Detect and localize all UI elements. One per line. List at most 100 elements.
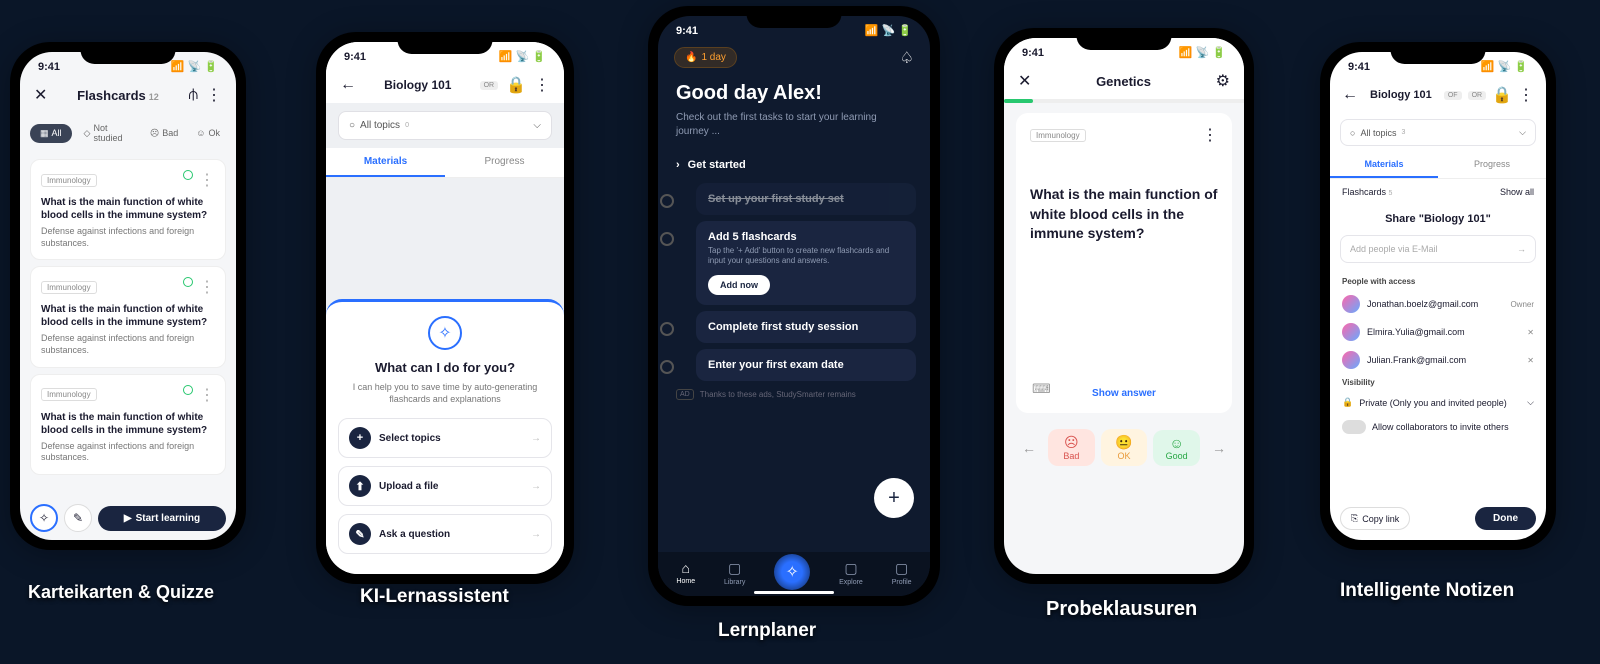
- settings-icon[interactable]: ⚙: [1216, 71, 1230, 91]
- flashcard[interactable]: Immunology⋮ What is the main function of…: [30, 266, 226, 367]
- sparkle-icon: ✧: [786, 562, 799, 582]
- filter-ok[interactable]: ☺ Ok: [190, 124, 226, 142]
- nav-home[interactable]: ⌂Home: [676, 560, 695, 590]
- rate-good-button[interactable]: ☺Good: [1153, 430, 1200, 466]
- sparkle-icon: ✧: [428, 316, 462, 350]
- streak-badge[interactable]: 🔥 1 day: [674, 47, 737, 68]
- section-get-started[interactable]: ›Get started: [658, 153, 930, 177]
- task-study-session[interactable]: Complete first study session: [696, 311, 916, 343]
- option-upload-file[interactable]: ⬆Upload a file→: [338, 466, 552, 506]
- card-tag: Immunology: [1030, 129, 1086, 142]
- home-icon: ⌂: [676, 560, 695, 576]
- tab-progress[interactable]: Progress: [445, 148, 564, 177]
- pencil-icon: ✎: [349, 523, 371, 545]
- visibility-label: Visibility: [1330, 374, 1546, 391]
- person-row: Julian.Frank@gmail.com✕: [1330, 346, 1546, 374]
- card-question: What is the main function of white blood…: [41, 196, 215, 222]
- access-label: People with access: [1330, 273, 1546, 290]
- flashcard[interactable]: Immunology⋮ What is the main function of…: [30, 374, 226, 475]
- remove-icon[interactable]: ✕: [1527, 328, 1534, 337]
- task-setup[interactable]: Set up your first study set: [696, 183, 916, 215]
- lock-icon[interactable]: 🔒: [506, 75, 526, 95]
- plus-icon: +: [349, 427, 371, 449]
- more-icon[interactable]: ⋮: [534, 75, 550, 95]
- card-answer: Defense against infections and foreign s…: [41, 226, 215, 249]
- caption-notes: Intelligente Notizen: [1340, 580, 1514, 602]
- nav-explore[interactable]: ▢Explore: [839, 560, 863, 590]
- back-icon[interactable]: ←: [340, 76, 356, 94]
- fab-add[interactable]: +: [874, 478, 914, 518]
- flashcards-label: Flashcards 5: [1342, 187, 1392, 197]
- link-icon: ⎘: [1351, 513, 1358, 524]
- copy-link-button[interactable]: ⎘Copy link: [1340, 507, 1410, 530]
- allow-collab-toggle[interactable]: Allow collaborators to invite others: [1330, 414, 1546, 440]
- toggle-icon[interactable]: [1342, 420, 1366, 434]
- task-add-flashcards[interactable]: Add 5 flashcards Tap the '+ Add' button …: [696, 221, 916, 305]
- upload-icon: ⬆: [349, 475, 371, 497]
- tab-materials[interactable]: Materials: [326, 148, 445, 177]
- phone-notes: 9:41📶 📡 🔋 ← Biology 101 OF OR 🔒 ⋮ ○ All …: [1320, 42, 1556, 550]
- nav-profile[interactable]: ▢Profile: [892, 560, 912, 590]
- add-now-button[interactable]: Add now: [708, 275, 770, 295]
- arrow-right-icon: →: [1517, 244, 1526, 254]
- rate-ok-button[interactable]: 😐OK: [1101, 429, 1148, 466]
- or-badge: OR: [1468, 91, 1487, 100]
- tab-materials[interactable]: Materials: [1330, 152, 1438, 178]
- chevron-right-icon: ›: [676, 159, 680, 171]
- quiz-card: Immunology⋮ What is the main function of…: [1016, 113, 1232, 413]
- more-icon[interactable]: ⋮: [1202, 125, 1218, 145]
- more-icon[interactable]: ⋮: [1518, 85, 1534, 105]
- show-answer-button[interactable]: Show answer: [1016, 388, 1232, 399]
- rate-bad-button[interactable]: ☹Bad: [1048, 429, 1095, 466]
- start-learning-button[interactable]: ▶ Start learning: [98, 506, 226, 531]
- show-all-link[interactable]: Show all: [1500, 187, 1534, 197]
- back-icon[interactable]: ←: [1342, 86, 1358, 104]
- lock-icon[interactable]: 🔒: [1492, 85, 1512, 105]
- done-button[interactable]: Done: [1475, 507, 1536, 530]
- explore-icon: ▢: [839, 560, 863, 577]
- close-icon[interactable]: ✕: [34, 85, 47, 105]
- person-row: Jonathan.boelz@gmail.comOwner: [1330, 290, 1546, 318]
- filter-bad[interactable]: ☹ Bad: [144, 124, 184, 143]
- caption-exams: Probeklausuren: [1046, 598, 1197, 621]
- bell-icon[interactable]: ♤: [900, 48, 914, 68]
- status-icons: 📶 📡 🔋: [171, 60, 218, 73]
- tab-progress[interactable]: Progress: [1438, 152, 1546, 178]
- more-icon[interactable]: ⋮: [206, 85, 222, 105]
- next-icon[interactable]: →: [1206, 435, 1232, 461]
- filter-icon[interactable]: ⫛: [188, 86, 198, 104]
- ad-banner: ADThanks to these ads, StudySmarter rema…: [676, 389, 912, 400]
- card-more-icon[interactable]: ⋮: [199, 170, 215, 190]
- topic-dropdown[interactable]: ○ All topics 0 ⌵: [338, 111, 552, 140]
- phone-planner: 9:41📶 📡 🔋 🔥 1 day ♤ Good day Alex! Check…: [648, 6, 940, 606]
- flashcard[interactable]: Immunology⋮ What is the main function of…: [30, 159, 226, 260]
- edit-icon[interactable]: ✎: [64, 504, 92, 532]
- remove-icon[interactable]: ✕: [1527, 356, 1534, 365]
- bottom-nav: ⌂Home ▢Library ✧ ▢Explore ▢Profile: [658, 552, 930, 596]
- filter-all[interactable]: ▦ All: [30, 124, 72, 143]
- progress-bar: [1004, 99, 1244, 103]
- task-ring-icon: [660, 232, 674, 246]
- or-badge: OR: [480, 81, 499, 90]
- profile-icon: ▢: [892, 560, 912, 577]
- ai-icon[interactable]: ✧: [30, 504, 58, 532]
- close-icon[interactable]: ✕: [1018, 71, 1031, 91]
- nav-ai[interactable]: ✧: [774, 554, 810, 590]
- person-row: Elmira.Yulia@gmail.com✕: [1330, 318, 1546, 346]
- visibility-dropdown[interactable]: 🔒Private (Only you and invited people)⌵: [1330, 391, 1546, 414]
- status-time: 9:41: [38, 61, 60, 73]
- ai-subtitle: I can help you to save time by auto-gene…: [338, 381, 552, 406]
- topic-dropdown[interactable]: ○ All topics 3⌵: [1340, 119, 1536, 146]
- option-select-topics[interactable]: +Select topics→: [338, 418, 552, 458]
- task-exam-date[interactable]: Enter your first exam date: [696, 349, 916, 381]
- email-input[interactable]: Add people via E-Mail→: [1340, 235, 1536, 263]
- prev-icon[interactable]: ←: [1016, 435, 1042, 461]
- filter-not-studied[interactable]: ◇ Not studied: [78, 119, 138, 147]
- avatar: [1342, 295, 1360, 313]
- greeting: Good day Alex!: [658, 78, 930, 109]
- page-title: Biology 101: [364, 78, 472, 92]
- nav-library[interactable]: ▢Library: [724, 560, 745, 590]
- page-title: Flashcards12: [55, 88, 180, 103]
- option-ask-question[interactable]: ✎Ask a question→: [338, 514, 552, 554]
- phone-exams: 9:41📶 📡 🔋 ✕ Genetics ⚙ Immunology⋮ What …: [994, 28, 1254, 584]
